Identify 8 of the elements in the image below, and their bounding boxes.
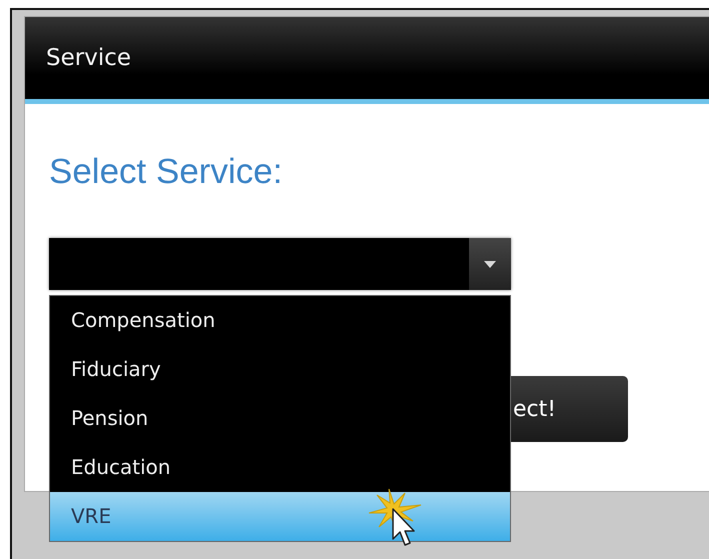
heading: Select Service: xyxy=(49,152,284,193)
dropdown-option[interactable]: Compensation xyxy=(50,296,510,345)
dropdown-option[interactable]: VRE xyxy=(50,492,510,541)
window-title: Service xyxy=(46,45,132,71)
dropdown-button[interactable] xyxy=(469,238,511,290)
service-dropdown[interactable] xyxy=(49,238,511,290)
dropdown-option[interactable]: Education xyxy=(50,443,510,492)
caret-icon xyxy=(484,260,496,268)
